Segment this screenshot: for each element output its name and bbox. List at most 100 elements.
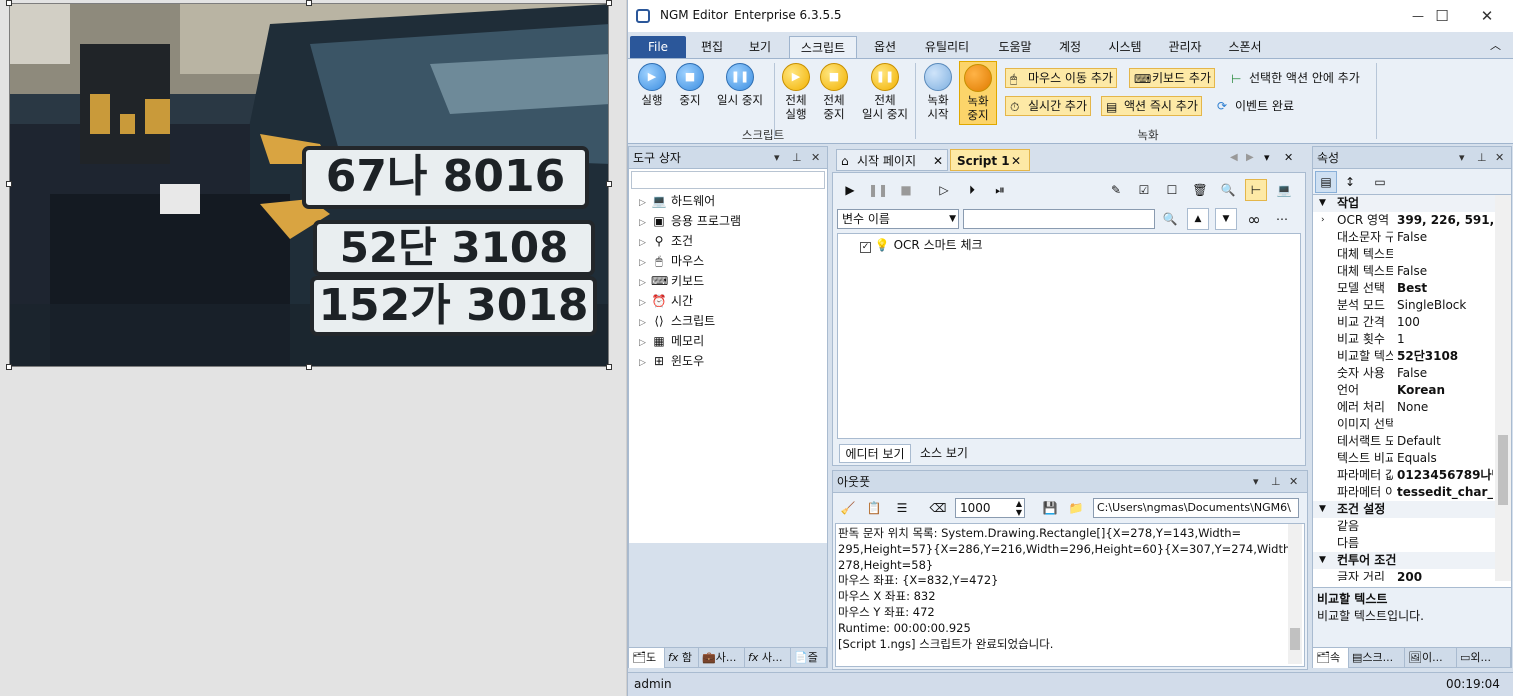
property-category[interactable]: ▼ 컨투어 조건 [1313,552,1495,569]
scrollbar-thumb[interactable] [1290,628,1300,650]
close-tab-icon[interactable]: ✕ [1011,150,1021,172]
max-lines-input[interactable]: 1000 ▲ ▼ [955,498,1025,518]
record-start-button[interactable]: 녹화 시작 [920,63,956,121]
menu-sponsor[interactable]: 스폰서 [1220,36,1270,58]
tab-user-2[interactable]: fx 사... [745,648,791,668]
close-icon[interactable]: ✕ [1284,151,1293,164]
sort-alpha-icon[interactable]: ↕ [1339,171,1361,193]
play-icon[interactable]: ▶ [839,179,861,201]
menu-admin[interactable]: 관리자 [1160,36,1210,58]
check-outline-icon[interactable]: ☐ [1161,179,1183,201]
pin-icon[interactable]: ⊥ [792,147,802,169]
toolbox-item-keyboard[interactable]: ▷ ⌨ 키보드 [629,271,827,291]
tab-favorites[interactable]: 📄즐 [791,648,827,668]
search-icon[interactable]: 🔍 [1217,179,1239,201]
stop-icon[interactable]: ■ [895,179,917,201]
arrow-up-icon[interactable]: ▲ [1187,208,1209,230]
list-icon[interactable]: ☰ [891,497,913,519]
add-realtime-button[interactable]: ⏱ 실시간 추가 [1005,96,1092,116]
property-row[interactable]: 파라메터 값 0123456789나단 [1313,467,1495,484]
edit-icon[interactable]: ✎ [1105,179,1127,201]
play-outline-icon[interactable]: ▷ [933,179,955,201]
add-in-selected-button[interactable]: ⊢ 선택한 액션 안에 추가 [1226,68,1364,88]
tree-view-icon[interactable]: ⊢ [1245,179,1267,201]
save-icon[interactable]: 💾 [1039,497,1061,519]
search-icon[interactable]: 🔍 [1159,208,1181,230]
tab-image[interactable]: 🖼이... [1405,648,1457,668]
add-keyboard-button[interactable]: ⌨ 키보드 추가 [1129,68,1216,88]
tab-function[interactable]: fx 함 [665,648,699,668]
arrow-down-icon[interactable]: ▼ [1215,208,1237,230]
log-scrollbar[interactable] [1288,524,1302,664]
stop-all-button[interactable]: ■ 전체 중지 [816,63,852,121]
collapse-ribbon-icon[interactable]: ︿ [1490,37,1501,53]
property-row[interactable]: 에러 처리 None [1313,399,1495,416]
add-action-now-button[interactable]: ▤ 액션 즉시 추가 [1101,96,1202,116]
event-complete-button[interactable]: ⟳ 이벤트 완료 [1212,96,1298,116]
property-row[interactable]: 대소문자 구분 False [1313,229,1495,246]
scrollbar-thumb[interactable] [1498,435,1508,505]
tab-scroll-left-icon[interactable]: ◀ [1230,152,1238,163]
menu-file[interactable]: File [630,36,686,58]
tab-editor-view[interactable]: 에디터 보기 [839,444,911,463]
clear-log-icon[interactable]: 🧹 [837,497,859,519]
property-row[interactable]: 분석 모드 SingleBlock [1313,297,1495,314]
close-button[interactable]: ✕ [1464,0,1510,32]
property-row[interactable]: 같음 [1313,518,1495,535]
property-pages-icon[interactable]: ▭ [1369,171,1391,193]
tab-script[interactable]: ▤스크... [1349,648,1405,668]
menu-script[interactable]: 스크립트 [789,36,857,58]
pause-icon[interactable]: ❚❚ [867,179,889,201]
property-row[interactable]: › OCR 영역 399, 226, 591, 1 [1313,212,1495,229]
tab-properties[interactable]: 🗂속 [1313,648,1349,668]
maximize-button[interactable]: ☐ [1419,0,1465,32]
property-category[interactable]: ▼ 조건 설정 [1313,501,1495,518]
checkbox-checked-icon[interactable]: ✓ [860,242,871,253]
variable-value-input[interactable] [963,209,1155,229]
menu-system[interactable]: 시스템 [1100,36,1150,58]
more-icon[interactable]: ⋯ [1271,208,1293,230]
resize-handle[interactable] [6,0,12,6]
tab-user-1[interactable]: 💼사... [699,648,745,668]
expand-arrow-icon[interactable]: › [1321,212,1325,229]
folder-icon[interactable]: 📁 [1065,497,1087,519]
pause-all-button[interactable]: ❚❚ 전체 일시 중지 [854,63,916,121]
tab-source-view[interactable]: 소스 보기 [913,444,975,463]
copy-log-icon[interactable]: 📋 [863,497,885,519]
eraser-icon[interactable]: ⌫ [927,497,949,519]
property-row[interactable]: 비교 간격 100 [1313,314,1495,331]
toolbox-search-input[interactable] [631,171,825,189]
record-stop-button[interactable]: 녹화 중지 [959,61,997,125]
property-row[interactable]: 파라메터 이름 tessedit_char_ [1313,484,1495,501]
add-mouse-move-button[interactable]: 🖱 마우스 이동 추가 [1005,68,1117,88]
property-row[interactable]: 이미지 선택 [1313,416,1495,433]
tab-script-1[interactable]: Script 1 ✕ [950,149,1030,171]
property-row[interactable]: 모델 선택 Best [1313,280,1495,297]
menu-help[interactable]: 도움말 [990,36,1040,58]
close-icon[interactable]: ✕ [811,147,820,169]
tab-start-page[interactable]: ⌂ 시작 페이지 ✕ [836,149,948,171]
resize-handle[interactable] [606,181,612,187]
menu-edit[interactable]: 편집 [692,36,732,58]
property-row[interactable]: 글자 거리 200 [1313,569,1495,581]
menu-utility[interactable]: 유틸리티 [916,36,978,58]
pin-icon[interactable]: ⊥ [1477,147,1487,169]
property-row[interactable]: 비교 횟수 1 [1313,331,1495,348]
resize-handle[interactable] [306,0,312,6]
property-row[interactable]: 대체 텍스트 [1313,246,1495,263]
menu-account[interactable]: 계정 [1050,36,1090,58]
toolbox-item-time[interactable]: ▷ ⏰ 시간 [629,291,827,311]
resize-handle[interactable] [6,181,12,187]
pause-button[interactable]: ❚❚ 일시 중지 [710,63,770,107]
close-icon[interactable]: ✕ [1289,471,1298,493]
log-path-input[interactable]: C:\Users\ngmas\Documents\NGM6\ [1093,498,1299,518]
script-action-item[interactable]: ✓ 💡 OCR 스마트 체크 [860,236,983,254]
categorized-icon[interactable]: ▤ [1315,171,1337,193]
property-row[interactable]: 테서랙트 모드 Default [1313,433,1495,450]
delete-icon[interactable]: 🗑 [1189,179,1211,201]
run-button[interactable]: ▶ 실행 [634,63,670,107]
step-over-icon[interactable]: ⏯ [989,179,1011,201]
check-icon[interactable]: ☑ [1133,179,1155,201]
resize-handle[interactable] [606,0,612,6]
toolbox-item-application[interactable]: ▷ ▣ 응용 프로그램 [629,211,827,231]
